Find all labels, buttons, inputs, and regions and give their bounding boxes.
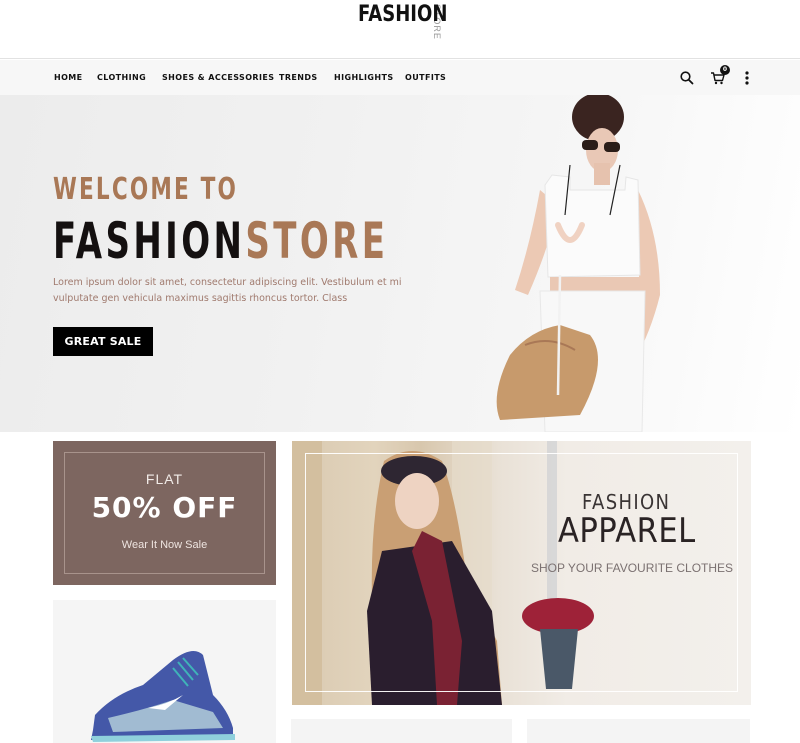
hero-title: FASHIONSTORE xyxy=(53,213,388,269)
nav-item-highlights[interactable]: HIGHLIGHTS xyxy=(334,73,394,82)
promo-flat-label: FLAT xyxy=(145,471,184,487)
great-sale-button[interactable]: GREAT SALE xyxy=(53,327,153,356)
promo-sale-caption: Wear It Now Sale xyxy=(121,539,208,551)
nav-item-home[interactable]: HOME xyxy=(54,73,83,82)
product-card-placeholder[interactable] xyxy=(527,719,750,743)
hero-title-part1: FASHION xyxy=(53,212,246,270)
logo-text: FASHION xyxy=(358,2,448,27)
more-vertical-icon[interactable] xyxy=(739,70,755,86)
nav-item-shoes-accessories[interactable]: SHOES & ACCESSORIES xyxy=(162,73,274,82)
hero-description: Lorem ipsum dolor sit amet, consectetur … xyxy=(53,277,402,304)
nav-item-clothing[interactable]: CLOTHING xyxy=(97,73,146,82)
hero-model-image xyxy=(496,95,660,432)
apparel-subheading: SHOP YOUR FAVOURITE CLOTHES xyxy=(531,561,734,575)
hero-title-part2: STORE xyxy=(245,212,389,270)
promo-shoe[interactable] xyxy=(53,600,276,743)
nav-item-trends[interactable]: TRENDS xyxy=(279,73,318,82)
search-icon[interactable] xyxy=(679,70,695,86)
nav-item-outfits[interactable]: OUTFITS xyxy=(405,73,446,82)
sneaker-image xyxy=(91,651,235,742)
site-header: FASHION STORE xyxy=(0,0,800,59)
promo-fashion-apparel[interactable]: FASHION APPAREL SHOP YOUR FAVOURITE CLOT… xyxy=(292,441,751,705)
product-card-placeholder[interactable] xyxy=(291,719,512,743)
hero-welcome: WELCOME TO xyxy=(53,172,239,207)
promo-flat-discount[interactable]: FLAT 50% OFF Wear It Now Sale xyxy=(53,441,276,585)
main-nav: HOME CLOTHING SHOES & ACCESSORIES TRENDS… xyxy=(0,60,800,95)
apparel-heading-large: APPAREL xyxy=(558,511,696,551)
cart-count-badge: 0 xyxy=(720,65,730,75)
promo-discount-value: 50% OFF xyxy=(91,491,238,524)
hero-banner: WELCOME TO FASHIONSTORE Lorem ipsum dolo… xyxy=(0,95,800,432)
site-logo[interactable]: FASHION STORE xyxy=(358,2,448,40)
